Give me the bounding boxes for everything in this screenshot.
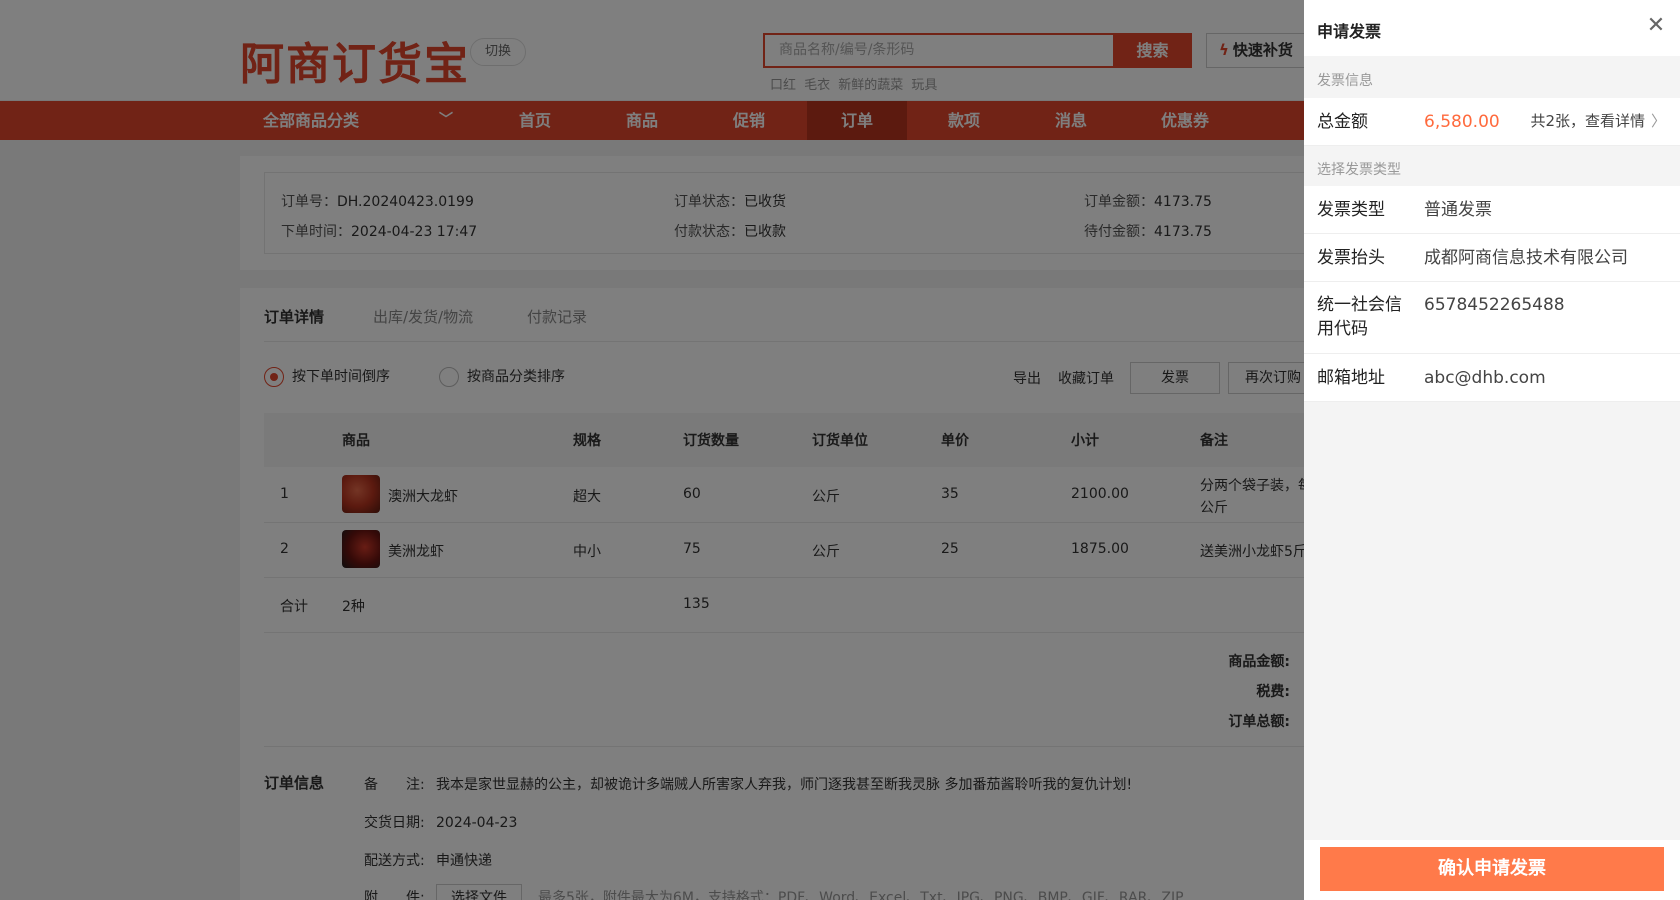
view-details-label: 共2张，查看详情 [1530, 112, 1645, 130]
total-amount-label: 总金额 [1317, 112, 1368, 132]
tax-id-label-cont: 用代码 [1317, 319, 1368, 339]
email-label: 邮箱地址 [1317, 368, 1385, 388]
invoice-title-value: 成都阿商信息技术有限公司 [1424, 248, 1628, 268]
section-invoice-info: 发票信息 [1317, 73, 1373, 89]
apply-invoice-drawer: 申请发票 ✕ 发票信息 总金额 6,580.00 共2张，查看详情〉 选择发票类… [1304, 0, 1680, 900]
total-amount-row: 总金额 6,580.00 共2张，查看详情〉 [1304, 98, 1680, 146]
invoice-type-value: 普通发票 [1424, 200, 1492, 220]
section-invoice-type: 选择发票类型 [1317, 162, 1401, 178]
invoice-type-label: 发票类型 [1317, 200, 1385, 220]
tax-id-row[interactable]: 统一社会信 用代码 6578452265488 [1304, 282, 1680, 354]
total-amount-value: 6,580.00 [1424, 112, 1500, 132]
invoice-type-row[interactable]: 发票类型 普通发票 [1304, 186, 1680, 234]
confirm-invoice-button[interactable]: 确认申请发票 [1320, 847, 1664, 891]
invoice-title-row[interactable]: 发票抬头 成都阿商信息技术有限公司 [1304, 234, 1680, 282]
view-details-link[interactable]: 共2张，查看详情〉 [1530, 110, 1666, 131]
tax-id-value: 6578452265488 [1424, 295, 1565, 315]
chevron-right-icon: 〉 [1650, 112, 1666, 130]
tax-id-label: 统一社会信 [1317, 295, 1402, 315]
drawer-title: 申请发票 [1317, 22, 1382, 41]
drawer-footer: 确认申请发票 [1304, 840, 1680, 900]
invoice-title-label: 发票抬头 [1317, 248, 1385, 268]
email-value: abc@dhb.com [1424, 368, 1546, 388]
close-icon[interactable]: ✕ [1644, 14, 1668, 38]
email-row[interactable]: 邮箱地址 abc@dhb.com [1304, 354, 1680, 402]
drawer-header: 申请发票 ✕ [1304, 0, 1680, 56]
